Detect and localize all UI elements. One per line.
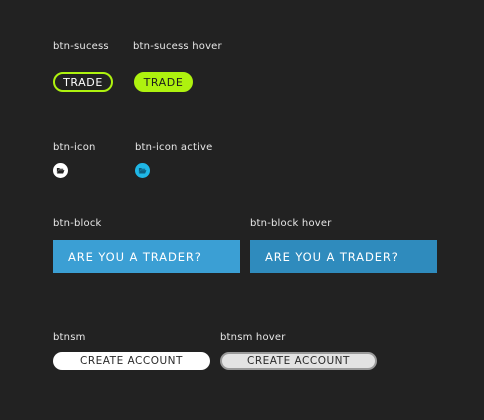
- caption-btn-success-hover: btn-sucess hover: [133, 41, 222, 52]
- create-account-button-label: CREATE ACCOUNT: [80, 355, 183, 367]
- trader-block-button-hover[interactable]: ARE YOU A TRADER?: [250, 240, 437, 273]
- trade-button[interactable]: TRADE: [53, 72, 113, 92]
- caption-btnsm: btnsm: [53, 332, 86, 343]
- caption-btn-block: btn-block: [53, 218, 102, 229]
- icon-button-active[interactable]: [135, 163, 150, 178]
- trade-button-hover-label: TRADE: [143, 75, 184, 89]
- trade-button-label: TRADE: [63, 75, 103, 89]
- trade-button-hover[interactable]: TRADE: [134, 72, 193, 92]
- folder-open-icon: [56, 167, 65, 174]
- create-account-button-hover-label: CREATE ACCOUNT: [247, 355, 350, 367]
- trader-block-button[interactable]: ARE YOU A TRADER?: [53, 240, 240, 273]
- caption-btn-success: btn-sucess: [53, 41, 109, 52]
- caption-btn-icon-active: btn-icon active: [135, 142, 213, 153]
- create-account-button[interactable]: CREATE ACCOUNT: [53, 352, 210, 370]
- trader-block-button-hover-label: ARE YOU A TRADER?: [265, 249, 399, 264]
- create-account-button-hover[interactable]: CREATE ACCOUNT: [220, 352, 377, 370]
- trader-block-button-label: ARE YOU A TRADER?: [68, 249, 202, 264]
- folder-open-icon: [138, 167, 147, 174]
- icon-button[interactable]: [53, 163, 68, 178]
- caption-btn-block-hover: btn-block hover: [250, 218, 332, 229]
- caption-btn-icon: btn-icon: [53, 142, 96, 153]
- caption-btnsm-hover: btnsm hover: [220, 332, 286, 343]
